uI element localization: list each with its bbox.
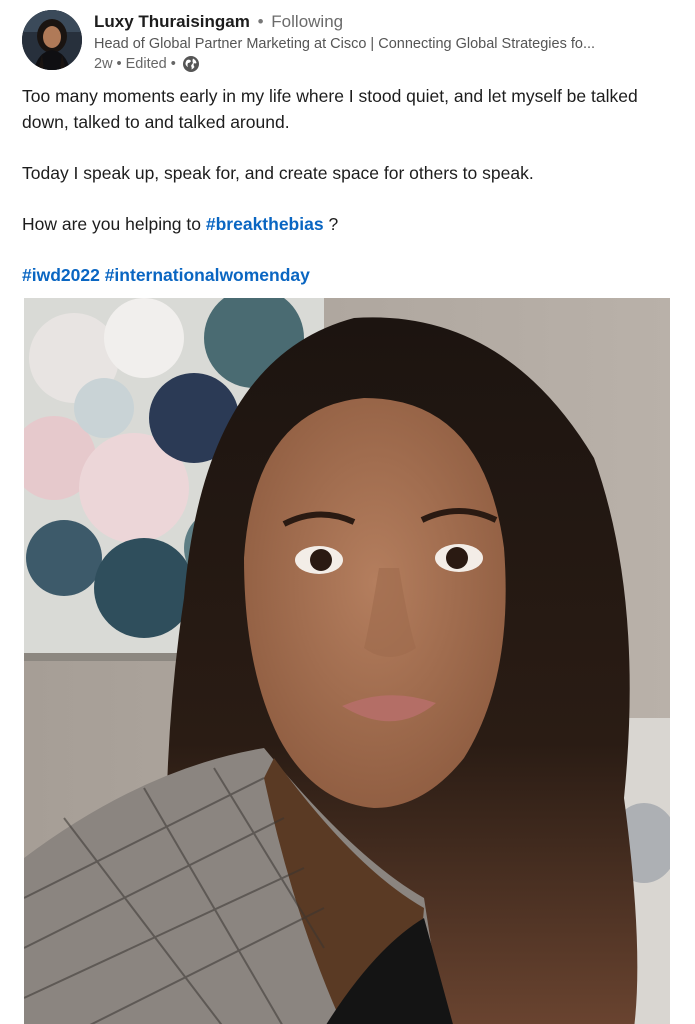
author-name[interactable]: Luxy Thuraisingam [94,12,250,31]
follow-status[interactable]: Following [271,12,343,31]
post-question: How are you helping to #breakthebias ? [22,212,665,238]
author-avatar[interactable] [22,10,82,70]
post-image[interactable] [24,298,670,1024]
author-name-line: Luxy Thuraisingam • Following [94,10,681,34]
globe-icon [182,55,200,73]
separator-dot: • [257,12,264,31]
post-time: 2w [94,56,113,72]
edited-label: Edited [125,56,167,72]
post-paragraph: Today I speak up, speak for, and create … [22,162,534,183]
separator-dot: • [116,56,122,72]
post-paragraph: Too many moments early in my life where … [22,86,638,132]
post-hashtags: #iwd2022 #internationalwomenday [22,263,665,289]
feed-post: Luxy Thuraisingam • Following Head of Gl… [0,0,695,1024]
post-body: Too many moments early in my life where … [22,84,665,314]
author-info: Luxy Thuraisingam • Following Head of Gl… [94,10,681,74]
question-suffix: ? [323,213,339,234]
separator-dot: • [170,56,176,72]
hashtag-breakthebias[interactable]: #breakthebias [206,214,324,234]
hashtag-internationalwomenday[interactable]: #internationalwomenday [105,265,310,285]
post-header: Luxy Thuraisingam • Following Head of Gl… [22,10,681,72]
hashtag-iwd2022[interactable]: #iwd2022 [22,265,100,285]
question-text: How are you helping to [22,213,206,234]
author-headline: Head of Global Partner Marketing at Cisc… [94,36,596,52]
post-meta: 2w • Edited • [94,54,681,74]
